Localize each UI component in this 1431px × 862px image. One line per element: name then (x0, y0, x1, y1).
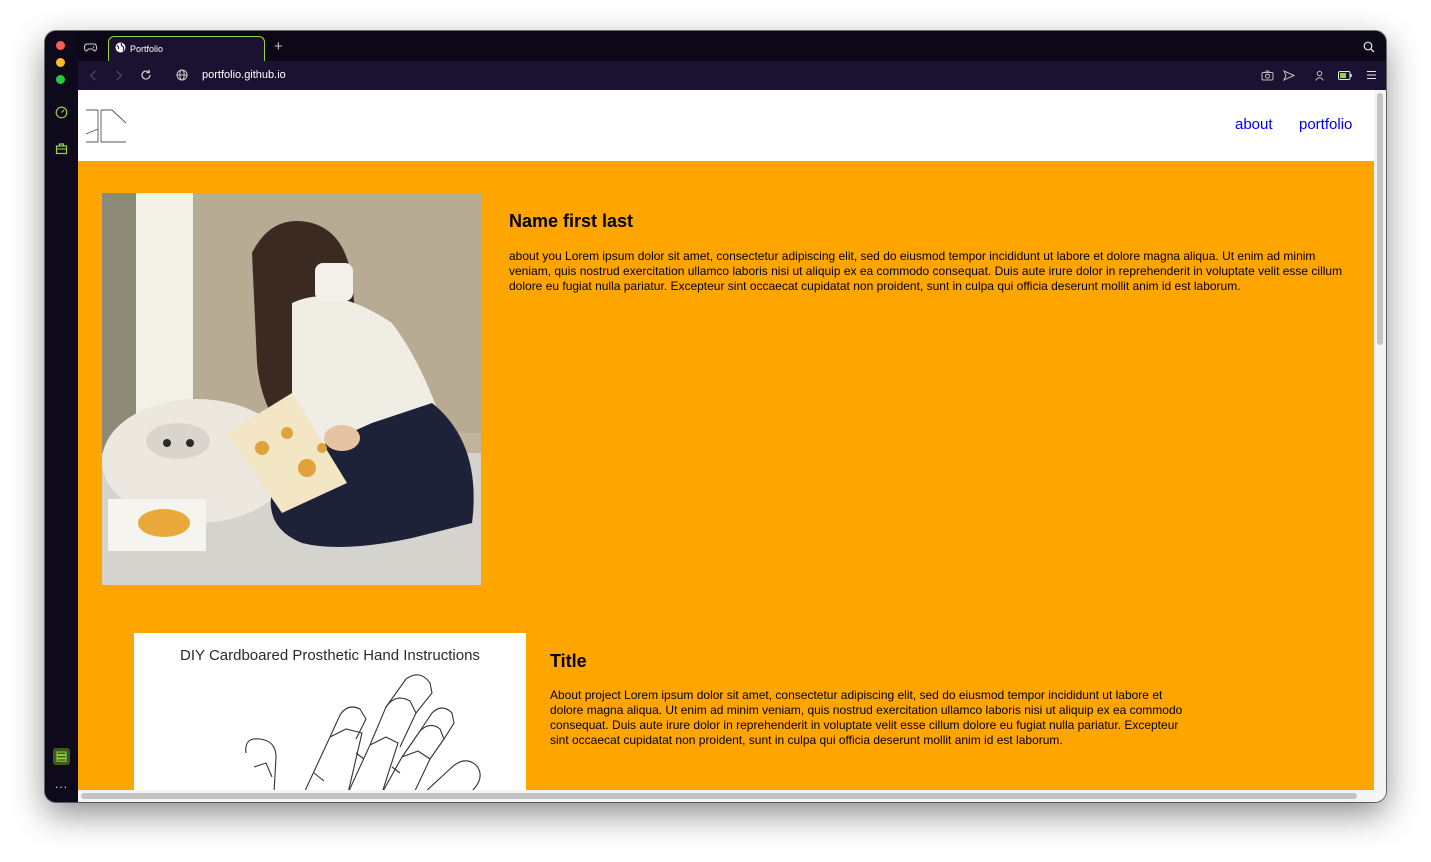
project-about-text: About project Lorem ipsum dolor sit amet… (550, 688, 1183, 747)
horizontal-scrollbar[interactable] (78, 790, 1386, 802)
web-viewport: about portfolio Name first last about yo… (78, 90, 1386, 802)
speed-dial-icon[interactable] (54, 105, 69, 120)
vertical-scrollbar[interactable] (1374, 90, 1386, 790)
site-logo[interactable] (85, 109, 127, 144)
horizontal-scrollbar-thumb[interactable] (81, 793, 1357, 799)
tab-title: Portfolio (130, 44, 164, 54)
send-icon[interactable] (1282, 68, 1296, 82)
close-window-button[interactable] (56, 41, 65, 50)
back-icon[interactable] (86, 68, 100, 82)
vertical-scrollbar-thumb[interactable] (1377, 93, 1383, 345)
project-image: DIY Cardboared Prosthetic Hand Instructi… (134, 633, 526, 790)
maximize-window-button[interactable] (56, 75, 65, 84)
web-page: about portfolio Name first last about yo… (78, 90, 1374, 790)
project-title: Title (550, 651, 587, 671)
project-image-caption: DIY Cardboared Prosthetic Hand Instructi… (180, 647, 480, 664)
gamepad-icon[interactable] (83, 40, 98, 58)
url-field[interactable]: portfolio.github.io (202, 69, 286, 81)
site-info-icon[interactable] (175, 68, 189, 82)
browser-sidebar: ... (45, 31, 78, 802)
tab-portfolio[interactable]: Portfolio (108, 36, 265, 61)
globe-icon (115, 40, 126, 58)
battery-icon[interactable] (1338, 68, 1352, 82)
browser-window: ... Portfolio + portfolio.github.io abou… (45, 31, 1386, 802)
profile-photo (102, 193, 481, 585)
site-header: about portfolio (78, 90, 1374, 161)
nav-portfolio-link[interactable]: portfolio (1299, 116, 1352, 133)
new-tab-button[interactable]: + (274, 39, 283, 54)
forward-icon[interactable] (112, 68, 126, 82)
address-bar: portfolio.github.io (78, 61, 1386, 90)
minimize-window-button[interactable] (56, 58, 65, 67)
briefcase-icon[interactable] (54, 141, 69, 156)
content-section: Name first last about you Lorem ipsum do… (78, 161, 1374, 790)
reload-icon[interactable] (139, 68, 153, 82)
more-options-button[interactable]: ... (55, 777, 68, 791)
tab-bar: Portfolio + (78, 31, 1386, 61)
profile-icon[interactable] (1312, 68, 1326, 82)
profile-name: Name first last (509, 211, 634, 231)
profile-about-text: about you Lorem ipsum dolor sit amet, co… (509, 249, 1343, 293)
nav-about-link[interactable]: about (1235, 116, 1273, 133)
search-icon[interactable] (1363, 40, 1375, 58)
menu-icon[interactable] (1364, 68, 1378, 82)
camera-icon[interactable] (1260, 68, 1274, 82)
workspaces-icon[interactable] (53, 748, 70, 765)
